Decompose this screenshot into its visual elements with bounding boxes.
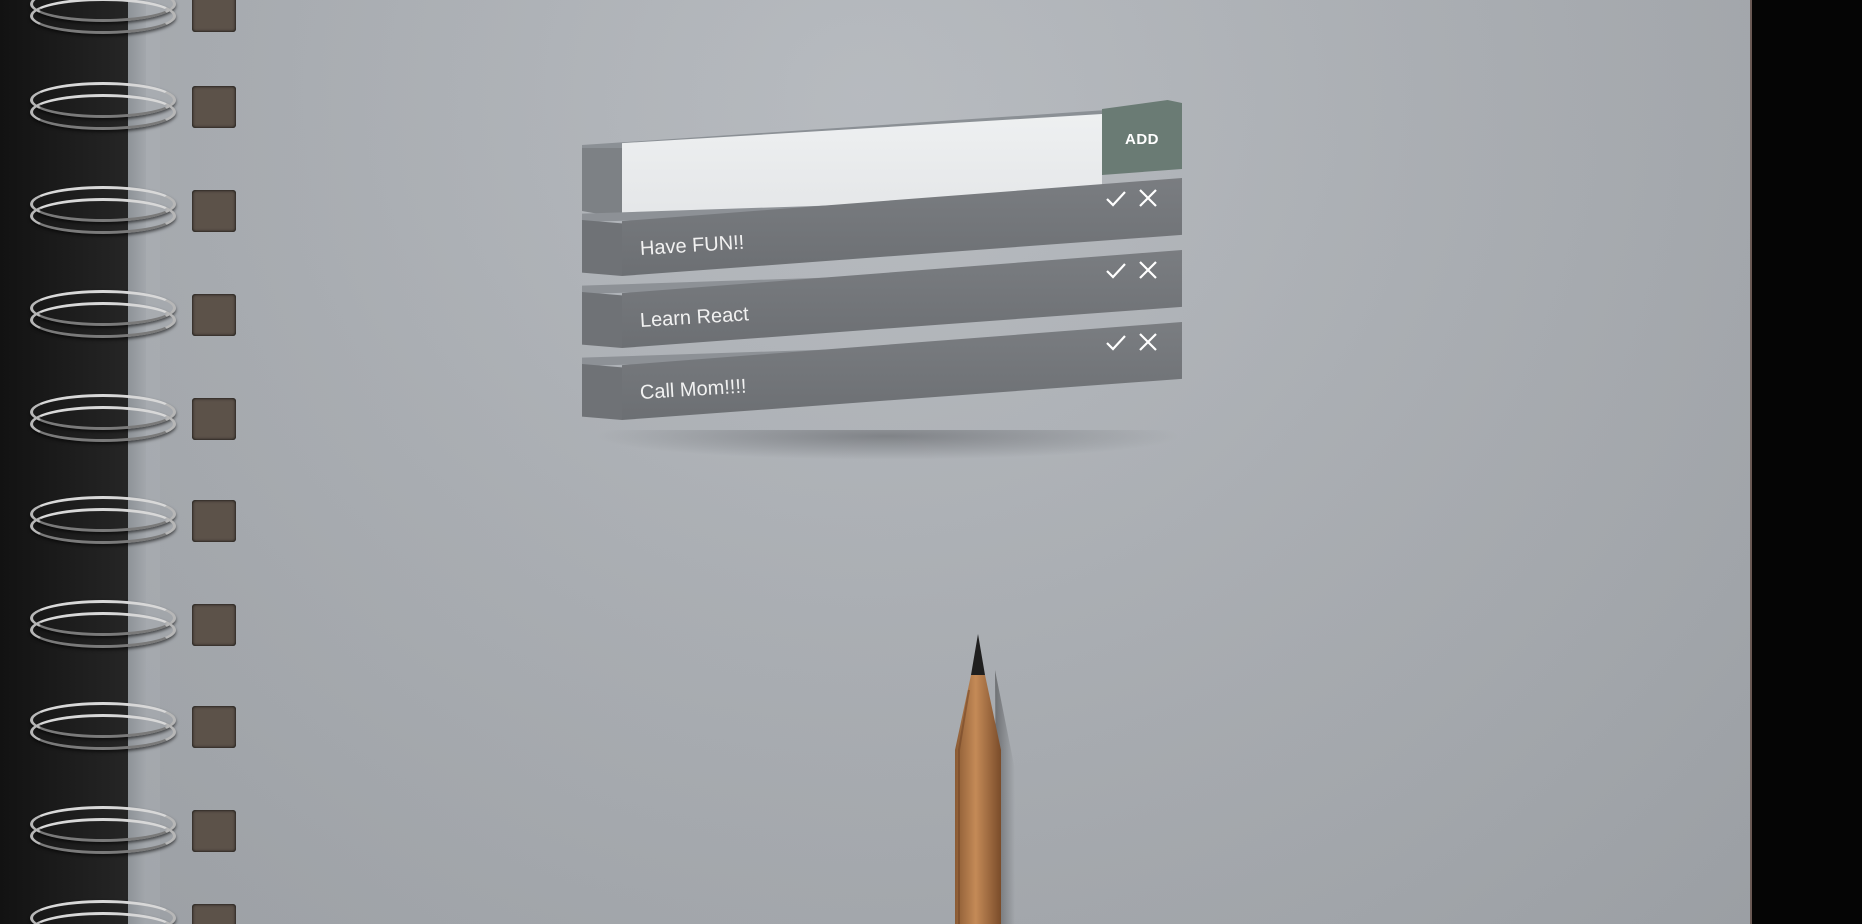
task-item: Call Mom!!!! [582, 322, 1182, 422]
spiral-ring [30, 394, 236, 442]
task-side-face [582, 364, 622, 420]
spiral-ring [30, 806, 236, 854]
task-actions [1104, 324, 1160, 360]
spiral-ring [30, 900, 236, 924]
spiral-ring [30, 186, 236, 234]
task-actions [1104, 180, 1160, 216]
spiral-ring [30, 496, 236, 544]
spiral-ring [30, 0, 236, 34]
widget-shadow [592, 430, 1182, 460]
check-icon[interactable] [1104, 330, 1128, 354]
todo-widget: ADD Have FUN!! Learn React Call Mom!!!! [582, 100, 1182, 460]
add-button[interactable]: ADD [1102, 100, 1182, 175]
spiral-ring [30, 290, 236, 338]
task-front-face [622, 322, 1182, 420]
check-icon[interactable] [1104, 186, 1128, 210]
task-actions [1104, 252, 1160, 288]
desk-surface [0, 0, 132, 924]
desk-surface-right [1752, 0, 1862, 924]
spiral-ring [30, 82, 236, 130]
close-icon[interactable] [1136, 258, 1160, 282]
pencil-image [955, 634, 1015, 924]
spiral-ring [30, 600, 236, 648]
close-icon[interactable] [1136, 330, 1160, 354]
spiral-ring [30, 702, 236, 750]
check-icon[interactable] [1104, 258, 1128, 282]
close-icon[interactable] [1136, 186, 1160, 210]
page-binding-edge [128, 0, 146, 924]
